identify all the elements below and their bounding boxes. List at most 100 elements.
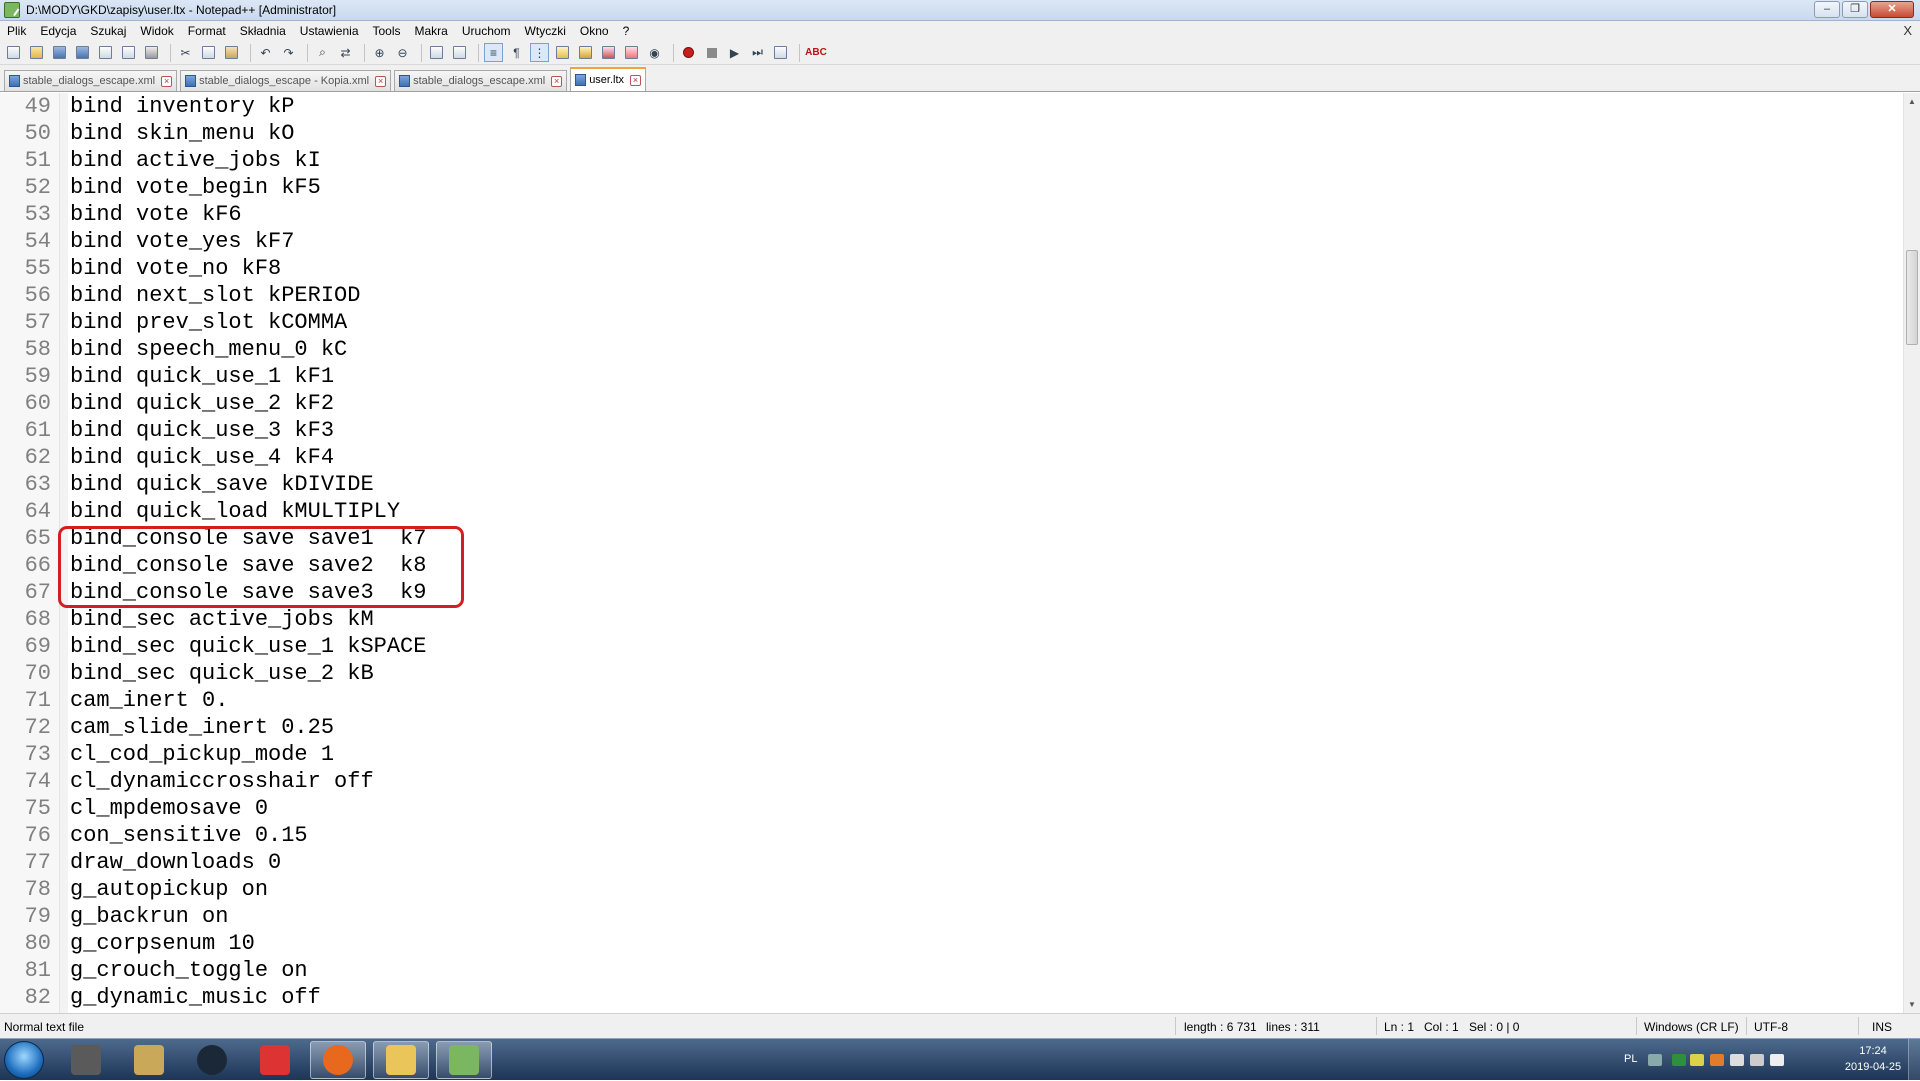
- code-line[interactable]: 76 con_sensitive 0.15: [0, 822, 1890, 849]
- code-line[interactable]: 74 cl_dynamiccrosshair off: [0, 768, 1890, 795]
- line-text[interactable]: g_dynamic_music off: [70, 984, 321, 1011]
- zoom-in-icon[interactable]: ⊕: [370, 43, 389, 62]
- code-line[interactable]: 81 g_crouch_toggle on: [0, 957, 1890, 984]
- zoom-out-icon[interactable]: ⊖: [393, 43, 412, 62]
- line-text[interactable]: bind next_slot kPERIOD: [70, 282, 360, 309]
- code-line[interactable]: 72 cam_slide_inert 0.25: [0, 714, 1890, 741]
- scroll-down-icon[interactable]: ▼: [1904, 996, 1920, 1013]
- line-text[interactable]: cl_dynamiccrosshair off: [70, 768, 374, 795]
- monitoring-icon[interactable]: ◉: [645, 43, 664, 62]
- code-line[interactable]: 77 draw_downloads 0: [0, 849, 1890, 876]
- line-text[interactable]: bind inventory kP: [70, 93, 294, 120]
- play-macro-icon[interactable]: ▶: [725, 43, 744, 62]
- menu-ustawienia[interactable]: Ustawienia: [293, 24, 366, 38]
- line-text[interactable]: bind prev_slot kCOMMA: [70, 309, 347, 336]
- show-desktop-button[interactable]: [1908, 1039, 1920, 1081]
- code-line[interactable]: 52 bind vote_begin kF5: [0, 174, 1890, 201]
- line-text[interactable]: cam_inert 0.: [70, 687, 228, 714]
- code-line[interactable]: 62 bind quick_use_4 kF4: [0, 444, 1890, 471]
- menu-tools[interactable]: Tools: [366, 24, 408, 38]
- undo-icon[interactable]: ↶: [256, 43, 275, 62]
- new-file-icon[interactable]: [4, 43, 23, 62]
- language-icon[interactable]: [553, 43, 572, 62]
- menu-help[interactable]: ?: [616, 24, 637, 38]
- code-line[interactable]: 64 bind quick_load kMULTIPLY: [0, 498, 1890, 525]
- tab-close-icon[interactable]: ×: [375, 75, 387, 87]
- line-text[interactable]: bind speech_menu_0 kC: [70, 336, 347, 363]
- line-text[interactable]: g_backrun on: [70, 903, 228, 930]
- line-text[interactable]: bind quick_use_1 kF1: [70, 363, 334, 390]
- folder-workspace-icon[interactable]: [622, 43, 641, 62]
- line-text[interactable]: con_sensitive 0.15: [70, 822, 308, 849]
- flag-icon[interactable]: [1730, 1054, 1744, 1066]
- line-text[interactable]: bind quick_use_2 kF2: [70, 390, 334, 417]
- language-indicator[interactable]: PL: [1624, 1053, 1637, 1065]
- code-line[interactable]: 59 bind quick_use_1 kF1: [0, 363, 1890, 390]
- tab-stable-dialogs-escape[interactable]: stable_dialogs_escape.xml ×: [4, 70, 178, 91]
- save-all-icon[interactable]: [73, 43, 92, 62]
- run-macro-multiple-icon[interactable]: ⏭: [748, 43, 767, 62]
- function-list-icon[interactable]: [599, 43, 618, 62]
- taskbar-button-ccleaner[interactable]: [247, 1041, 303, 1079]
- code-line[interactable]: 63 bind quick_save kDIVIDE: [0, 471, 1890, 498]
- code-line[interactable]: 57 bind prev_slot kCOMMA: [0, 309, 1890, 336]
- line-text[interactable]: g_corpsenum 10: [70, 930, 255, 957]
- menu-wtyczki[interactable]: Wtyczki: [518, 24, 573, 38]
- code-line[interactable]: 53 bind vote kF6: [0, 201, 1890, 228]
- line-text[interactable]: bind vote kF6: [70, 201, 242, 228]
- line-text[interactable]: bind vote_no kF8: [70, 255, 281, 282]
- line-text[interactable]: draw_downloads 0: [70, 849, 281, 876]
- menu-format[interactable]: Format: [181, 24, 233, 38]
- code-line[interactable]: 58 bind speech_menu_0 kC: [0, 336, 1890, 363]
- line-text[interactable]: bind quick_use_3 kF3: [70, 417, 334, 444]
- taskbar-button-archive-app[interactable]: [121, 1041, 177, 1079]
- code-line[interactable]: 71 cam_inert 0.: [0, 687, 1890, 714]
- code-line[interactable]: 51 bind active_jobs kI: [0, 147, 1890, 174]
- tab-close-icon[interactable]: ×: [161, 75, 173, 87]
- menu-plik[interactable]: Plik: [0, 24, 33, 38]
- line-text[interactable]: bind vote_begin kF5: [70, 174, 321, 201]
- line-text[interactable]: bind quick_use_4 kF4: [70, 444, 334, 471]
- tab-stable-dialogs-escape-kopia[interactable]: stable_dialogs_escape - Kopia.xml ×: [180, 70, 392, 91]
- sync-horizontal-icon[interactable]: [450, 43, 469, 62]
- find-icon[interactable]: ⌕: [313, 43, 332, 62]
- editor-area[interactable]: 49 bind inventory kP 50 bind skin_menu kO 51…: [0, 93, 1920, 1013]
- start-button[interactable]: [4, 1041, 44, 1079]
- menu-uruchom[interactable]: Uruchom: [455, 24, 518, 38]
- code-line[interactable]: 80 g_corpsenum 10: [0, 930, 1890, 957]
- taskbar-button-steam-app-icon-1[interactable]: [58, 1041, 114, 1079]
- cut-icon[interactable]: ✂: [176, 43, 195, 62]
- taskbar-button-steam[interactable]: [184, 1041, 240, 1079]
- taskbar-button-firefox[interactable]: [310, 1041, 366, 1079]
- code-line[interactable]: 79 g_backrun on: [0, 903, 1890, 930]
- scroll-up-icon[interactable]: ▲: [1904, 93, 1920, 110]
- close-document-button[interactable]: X: [1903, 23, 1912, 38]
- line-text[interactable]: g_crouch_toggle on: [70, 957, 308, 984]
- line-text[interactable]: bind quick_save kDIVIDE: [70, 471, 374, 498]
- menu-edycja[interactable]: Edycja: [33, 24, 83, 38]
- tab-stable-dialogs-escape-2[interactable]: stable_dialogs_escape.xml ×: [394, 70, 568, 91]
- code-line[interactable]: 68 bind_sec active_jobs kM: [0, 606, 1890, 633]
- menu-okno[interactable]: Okno: [573, 24, 616, 38]
- tab-user-ltx[interactable]: user.ltx ×: [570, 67, 647, 91]
- print-icon[interactable]: [142, 43, 161, 62]
- show-all-chars-icon[interactable]: ¶: [507, 43, 526, 62]
- security-icon[interactable]: [1710, 1054, 1724, 1066]
- status-insert-mode[interactable]: INS: [1872, 1020, 1892, 1034]
- close-button[interactable]: ✕: [1870, 1, 1914, 18]
- menu-makra[interactable]: Makra: [408, 24, 455, 38]
- code-line[interactable]: 70 bind_sec quick_use_2 kB: [0, 660, 1890, 687]
- redo-icon[interactable]: ↷: [279, 43, 298, 62]
- line-text[interactable]: cam_slide_inert 0.25: [70, 714, 334, 741]
- code-line[interactable]: 54 bind vote_yes kF7: [0, 228, 1890, 255]
- close-file-icon[interactable]: [96, 43, 115, 62]
- line-text[interactable]: bind_sec active_jobs kM: [70, 606, 374, 633]
- line-text[interactable]: bind_sec quick_use_1 kSPACE: [70, 633, 426, 660]
- scrollbar-thumb[interactable]: [1906, 250, 1918, 345]
- code-line[interactable]: 60 bind quick_use_2 kF2: [0, 390, 1890, 417]
- line-text[interactable]: bind active_jobs kI: [70, 147, 321, 174]
- line-text[interactable]: bind_sec quick_use_2 kB: [70, 660, 374, 687]
- line-text[interactable]: g_autopickup on: [70, 876, 268, 903]
- sync-vertical-icon[interactable]: [427, 43, 446, 62]
- code-line[interactable]: 49 bind inventory kP: [0, 93, 1890, 120]
